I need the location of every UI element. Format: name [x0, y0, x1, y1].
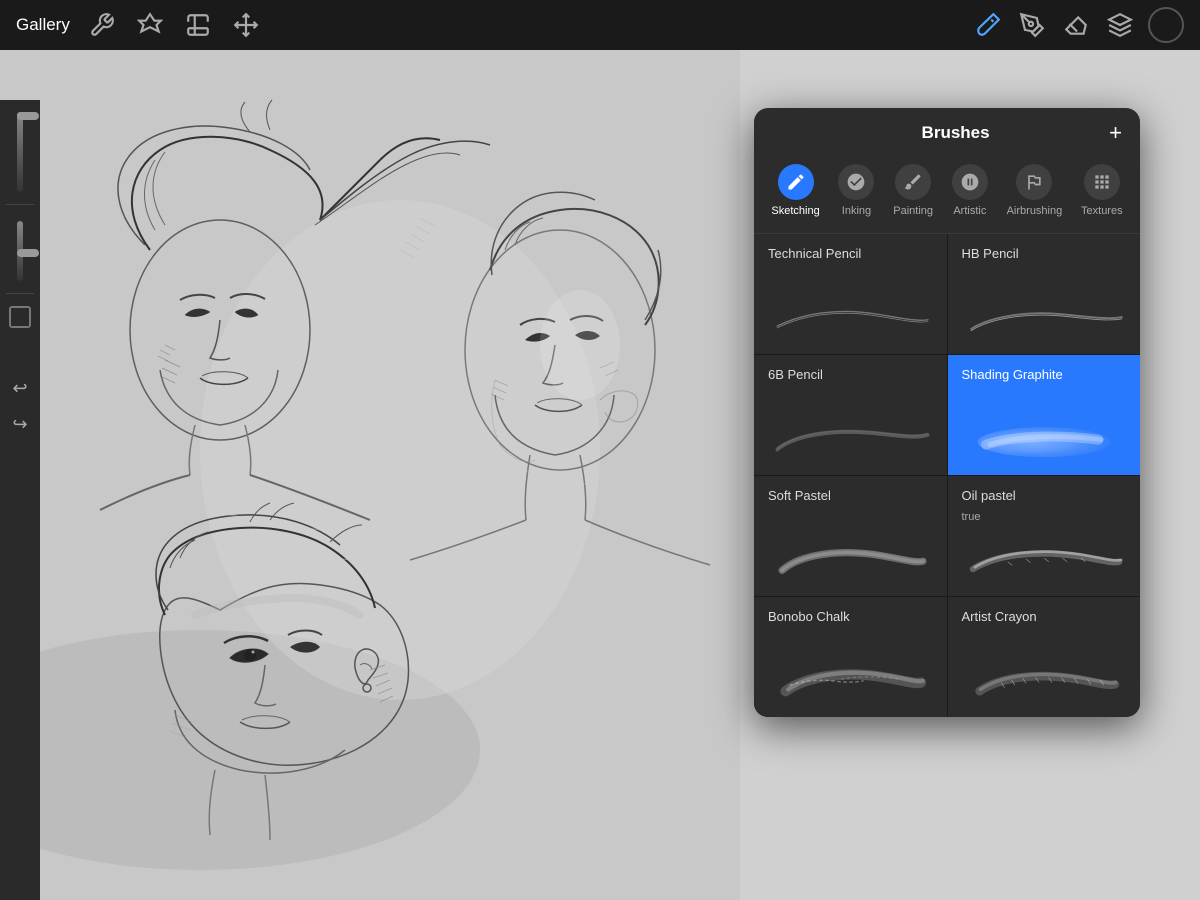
toolbar: Gallery [0, 0, 1200, 50]
toolbar-left: Gallery [16, 9, 972, 41]
brushes-panel: Brushes + Sketching I [754, 108, 1140, 717]
toolbar-right [972, 7, 1184, 43]
textures-label: Textures [1081, 205, 1123, 217]
add-brush-button[interactable]: + [1109, 122, 1122, 144]
brush-artist-crayon[interactable]: Artist Crayon [948, 597, 1141, 717]
sidebar-divider-1 [6, 204, 34, 205]
panel-title: Brushes [802, 123, 1109, 143]
size-slider[interactable] [17, 221, 23, 281]
stroke-shading-graphite [962, 413, 1127, 463]
tab-painting[interactable]: Painting [885, 160, 941, 221]
brush-shading-graphite[interactable]: Shading Graphite [948, 355, 1141, 475]
painting-icon [895, 164, 931, 200]
canvas-area: ↩ ↪ Brushes + Sketching [0, 50, 1200, 900]
left-sidebar: ↩ ↪ [0, 100, 40, 900]
brush-oil-pastel[interactable]: Oil pastel true [948, 476, 1141, 596]
wrench-icon[interactable] [86, 9, 118, 41]
inking-label: Inking [842, 205, 871, 217]
stroke-technical-pencil [768, 292, 933, 342]
layers-icon[interactable] [1104, 9, 1136, 41]
tab-textures[interactable]: Textures [1073, 160, 1131, 221]
category-tabs: Sketching Inking Painting [754, 154, 1140, 234]
redo-button[interactable]: ↪ [6, 410, 34, 438]
opacity-slider[interactable] [17, 112, 23, 192]
stroke-soft-pastel [768, 534, 933, 584]
tab-airbrushing[interactable]: Airbrushing [999, 160, 1071, 221]
adjustments-icon[interactable] [134, 9, 166, 41]
sketch-artwork [0, 50, 740, 900]
brush-soft-pastel[interactable]: Soft Pastel [754, 476, 947, 596]
stroke-oil-pastel [962, 534, 1127, 584]
airbrushing-label: Airbrushing [1007, 205, 1063, 217]
selection-icon[interactable] [182, 9, 214, 41]
undo-button[interactable]: ↩ [6, 374, 34, 402]
inking-icon [838, 164, 874, 200]
artistic-icon [952, 164, 988, 200]
tab-artistic[interactable]: Artistic [944, 160, 996, 221]
brush-grid: Technical Pencil HB Pencil [754, 234, 1140, 717]
tab-inking[interactable]: Inking [830, 160, 882, 221]
stroke-hb-pencil [962, 292, 1127, 342]
brush-tool-icon[interactable] [972, 9, 1004, 41]
brush-technical-pencil[interactable]: Technical Pencil [754, 234, 947, 354]
eraser-tool-icon[interactable] [1060, 9, 1092, 41]
stroke-bonobo-chalk [768, 655, 933, 705]
sketching-label: Sketching [771, 205, 819, 217]
brush-bonobo-chalk[interactable]: Bonobo Chalk [754, 597, 947, 717]
stroke-artist-crayon [962, 655, 1127, 705]
panel-header: Brushes + [754, 108, 1140, 154]
stroke-6b-pencil [768, 413, 933, 463]
artistic-label: Artistic [953, 205, 986, 217]
size-slider-thumb[interactable] [17, 249, 39, 257]
color-square[interactable] [9, 306, 31, 328]
sketching-icon [778, 164, 814, 200]
brush-hb-pencil[interactable]: HB Pencil [948, 234, 1141, 354]
color-picker[interactable] [1148, 7, 1184, 43]
transform-icon[interactable] [230, 9, 262, 41]
opacity-slider-thumb[interactable] [17, 112, 39, 120]
tab-sketching[interactable]: Sketching [763, 160, 827, 221]
sidebar-divider-2 [6, 293, 34, 294]
painting-label: Painting [893, 205, 933, 217]
textures-icon [1084, 164, 1120, 200]
brush-6b-pencil[interactable]: 6B Pencil [754, 355, 947, 475]
airbrushing-icon [1016, 164, 1052, 200]
pen-tool-icon[interactable] [1016, 9, 1048, 41]
gallery-button[interactable]: Gallery [16, 15, 70, 35]
